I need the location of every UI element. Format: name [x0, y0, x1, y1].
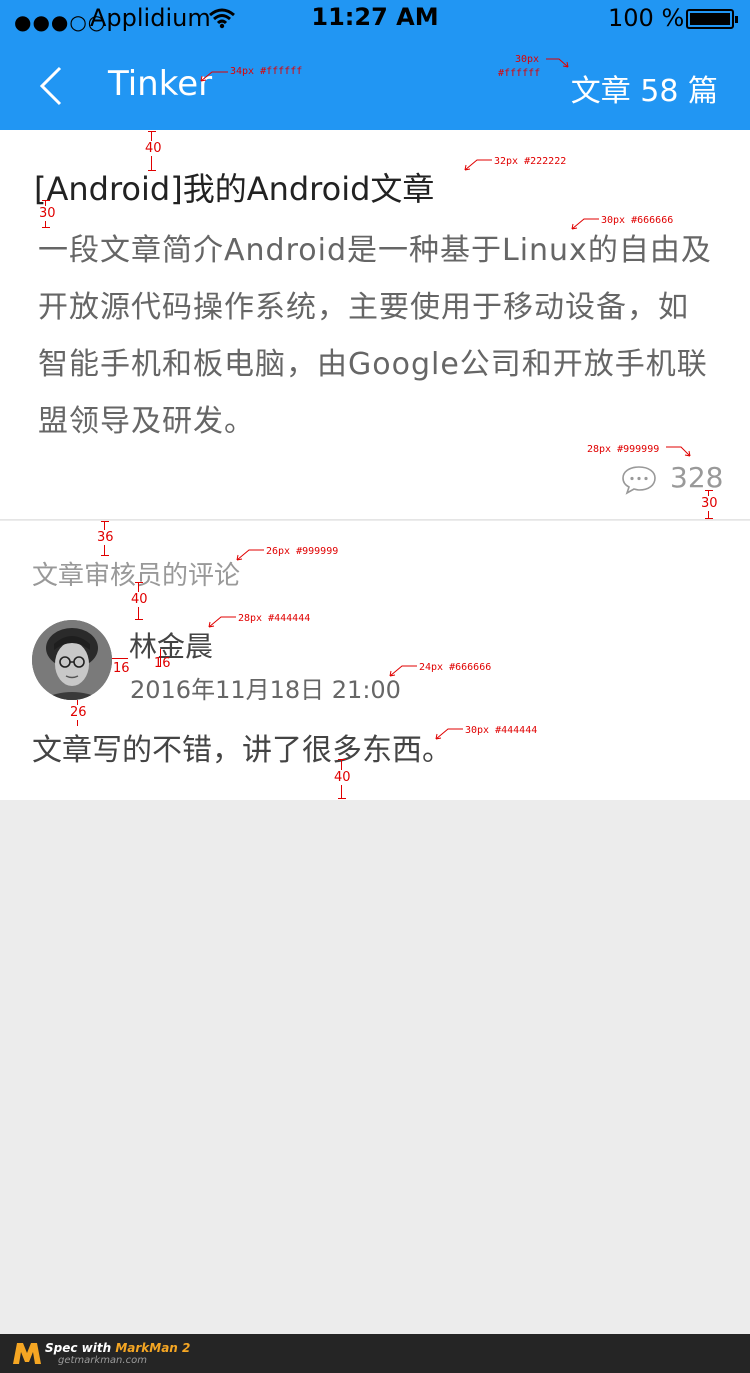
- nav-title: Tinker: [108, 64, 213, 104]
- reviewer-comment-section: 文章审核员的评论 林金晨 2016年11月18日 21:00 文章写的不错，讲了…: [0, 521, 750, 800]
- spec-annotation: 32px #222222: [494, 156, 567, 167]
- spec-annotation: 28px #444444: [238, 613, 311, 624]
- annotation-arrow-icon: [546, 58, 569, 68]
- spacing-label: 16: [113, 661, 130, 676]
- spec-annotation: 30px #666666: [601, 215, 674, 226]
- review-comment: 文章写的不错，讲了很多东西。: [32, 733, 452, 768]
- spacing-label: 26: [70, 705, 87, 720]
- spacing-label: 16: [154, 656, 171, 671]
- annotation-arrow-icon: [200, 71, 228, 82]
- reviewer-avatar[interactable]: [32, 620, 112, 700]
- section-title: 文章审核员的评论: [32, 561, 241, 591]
- spec-annotation: #ffffff: [498, 68, 541, 79]
- annotation-arrow-icon: [666, 446, 691, 457]
- spec-annotation: 28px #999999: [587, 444, 660, 455]
- battery-percent: 100 %: [608, 4, 685, 32]
- spec-annotation: 30px #444444: [465, 725, 538, 736]
- spacing-marker: [338, 759, 346, 760]
- annotation-arrow-icon: [389, 665, 417, 677]
- comment-bubble-icon: [621, 464, 657, 500]
- spacing-marker: [42, 227, 50, 228]
- annotation-arrow-icon: [208, 616, 236, 628]
- article-count[interactable]: 文章 58 篇: [571, 66, 718, 110]
- review-date: 2016年11月18日 21:00: [130, 676, 401, 704]
- footer-brand: Spec with MarkMan 2: [45, 1341, 191, 1355]
- spacing-label: 30: [701, 496, 718, 511]
- spacing-marker: [705, 518, 713, 519]
- comment-count: 328: [670, 461, 724, 494]
- spacing-marker: [338, 798, 346, 799]
- spacing-label: 30: [39, 206, 56, 221]
- spacing-marker: [148, 170, 156, 171]
- spec-annotation: 30px: [515, 54, 540, 65]
- annotation-arrow-icon: [571, 218, 599, 230]
- markman-footer: Spec with MarkMan 2 getmarkman.com: [0, 1334, 750, 1373]
- annotation-arrow-icon: [435, 728, 463, 740]
- spacing-label: 40: [334, 770, 351, 785]
- spec-annotation: 26px #999999: [266, 546, 339, 557]
- spacing-marker: [42, 200, 50, 201]
- battery-icon: [686, 9, 738, 29]
- spacing-marker: [112, 658, 128, 659]
- spacing-marker: [135, 619, 143, 620]
- annotation-arrow-icon: [236, 549, 264, 561]
- back-chevron-icon[interactable]: [36, 66, 66, 106]
- article-description: 一段文章简介Android是一种基于Linux的自由及开放源代码操作系统，主要使…: [38, 233, 712, 439]
- spacing-label: 40: [145, 141, 162, 156]
- reviewer-name: 林金晨: [129, 630, 214, 663]
- spec-annotation: 34px #ffffff: [230, 66, 303, 77]
- status-bar: ●●●○○ Applidium 11:27 AM 100 %: [0, 0, 750, 40]
- article-card[interactable]: [Android]我的Android文章 一段文章简介Android是一种基于L…: [0, 130, 750, 520]
- nav-bar: Tinker 文章 58 篇 34px #ffffff 30px #ffffff: [0, 40, 750, 130]
- spec-annotation: 24px #666666: [419, 662, 492, 673]
- article-title: [Android]我的Android文章: [34, 170, 435, 208]
- footer-site: getmarkman.com: [58, 1355, 147, 1366]
- spacing-marker: [135, 582, 143, 583]
- spacing-marker: [148, 131, 156, 132]
- spacing-label: 36: [97, 530, 114, 545]
- spacing-marker: [705, 490, 713, 491]
- spacing-marker: [101, 521, 109, 522]
- spacing-label: 40: [131, 592, 148, 607]
- annotation-arrow-icon: [464, 159, 492, 171]
- markman-logo-icon: [12, 1340, 42, 1370]
- spacing-marker: [101, 555, 109, 556]
